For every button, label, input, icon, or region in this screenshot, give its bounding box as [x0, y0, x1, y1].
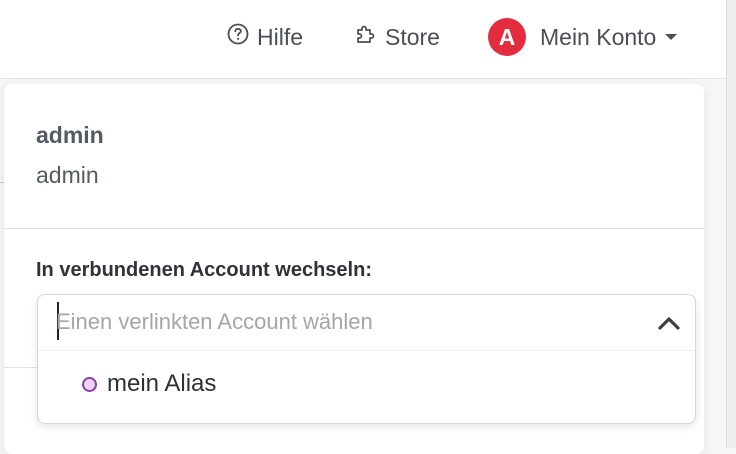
alias-color-dot	[82, 376, 97, 392]
account-label: Mein Konto	[540, 23, 657, 50]
linked-account-search-input[interactable]	[56, 309, 636, 335]
linked-account-select[interactable]: mein Alias	[37, 294, 696, 424]
option-label: mein Alias	[107, 370, 217, 397]
puzzle-icon	[354, 22, 378, 52]
user-name: admin	[36, 122, 104, 148]
chevron-up-icon[interactable]	[657, 313, 681, 333]
avatar: A	[488, 18, 526, 56]
select-control[interactable]	[38, 295, 695, 351]
select-option[interactable]: mein Alias	[38, 359, 695, 409]
switch-account-label: In verbundenen Account wechseln:	[36, 259, 372, 281]
store-link[interactable]: Store	[354, 22, 440, 52]
question-circle-icon	[226, 22, 250, 52]
account-menu-toggle[interactable]: A Mein Konto	[488, 18, 678, 56]
user-login: admin	[36, 162, 99, 188]
help-label: Hilfe	[257, 23, 304, 50]
top-navbar: Hilfe Store A Mein Konto	[0, 0, 726, 79]
caret-down-icon	[665, 34, 678, 40]
help-link[interactable]: Hilfe	[226, 22, 303, 52]
store-label: Store	[385, 23, 440, 50]
panel-divider-lower	[4, 367, 38, 368]
page-scrollbar-area	[726, 0, 736, 448]
panel-divider	[4, 228, 704, 229]
